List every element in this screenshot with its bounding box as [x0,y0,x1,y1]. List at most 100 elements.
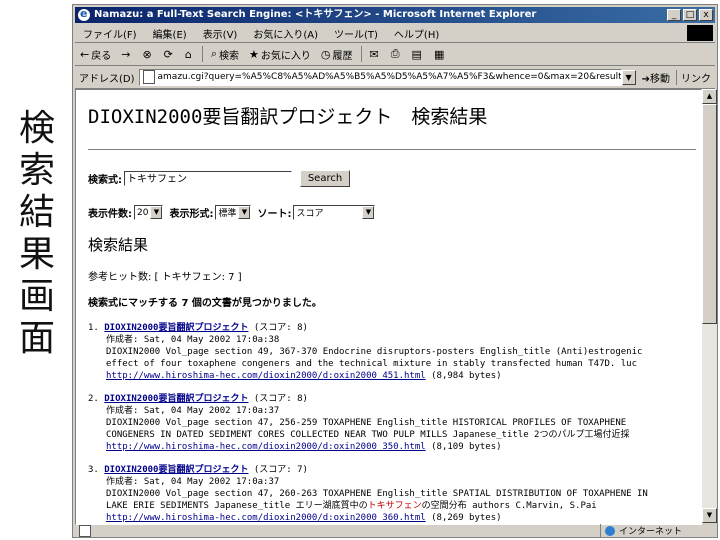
query-input[interactable]: トキサフェン [124,171,292,186]
result-head: 3. DIOXIN2000要旨翻訳プロジェクト (スコア: 7) [88,464,696,476]
result-url-link[interactable]: http://www.hiroshima-hec.com/dioxin2000/… [106,371,426,381]
toolbar-separator [360,46,362,62]
address-input[interactable]: amazu.cgi?query=%A5%C8%A5%AD%A5%B5%A5%D5… [138,68,622,86]
count-select[interactable]: 20 ▼ [134,205,164,220]
result-number: 3. [88,465,99,475]
results-list: 1. DIOXIN2000要旨翻訳プロジェクト (スコア: 8) 作成者: Sa… [88,322,696,524]
side-label-char: 面 [18,318,55,359]
ie-logo-icon [78,6,90,22]
result-summary-line: DIOXIN2000 Vol_page section 47, 260-263 … [106,489,648,499]
history-button[interactable]: ◷ 履歴 [316,47,358,62]
print-button[interactable]: ⎙ [386,47,407,61]
favorites-button[interactable]: ★ お気に入り [244,47,316,62]
chevron-down-icon: ▼ [238,206,251,219]
menu-tools[interactable]: ツール(T) [326,26,386,41]
page-title: DIOXIN2000要旨翻訳プロジェクト 検索結果 [88,106,488,128]
slide-side-label: 検 索 結 果 画 面 [10,108,64,360]
count-value: 20 [137,207,149,218]
query-label: 検索式: [88,175,122,186]
address-dropdown-button[interactable]: ▼ [621,69,636,85]
globe-icon [605,525,615,536]
scrollbar-thumb[interactable] [702,104,717,324]
sort-select[interactable]: スコア ▼ [293,205,376,220]
count-label: 表示件数: [88,209,132,220]
scroll-down-icon[interactable]: ▼ [702,508,717,523]
stop-icon: ⊗ [142,47,152,61]
side-label-char: 果 [18,234,55,275]
side-label-char: 結 [18,192,55,233]
address-label: アドレス(D) [79,73,135,85]
home-button[interactable]: ⌂ [180,48,199,61]
result-url-link[interactable]: http://www.hiroshima-hec.com/dioxin2000/… [106,513,426,523]
go-button[interactable]: ➔移動 [636,70,676,85]
search-label: 検索 [219,50,240,62]
go-arrow-icon: ➔ [641,73,650,85]
favorites-label: お気に入り [260,50,311,62]
status-bar: インターネット [75,524,715,537]
close-button[interactable]: x [699,9,713,21]
zone-label: インターネット [619,527,683,537]
back-button[interactable]: ← 戻る [75,47,116,62]
search-button[interactable]: ⌕ 検索 [206,47,244,62]
result-number: 1. [88,323,99,333]
menu-favorites[interactable]: お気に入り(A) [245,26,326,41]
windows-logo-icon [687,25,713,41]
forward-arrow-icon: → [121,47,131,61]
discuss-button[interactable]: ▦ [429,48,451,61]
menu-view[interactable]: 表示(V) [195,26,246,41]
result-url-link[interactable]: http://www.hiroshima-hec.com/dioxin2000/… [106,442,426,452]
menu-file[interactable]: ファイル(F) [75,26,145,41]
format-select[interactable]: 標準 ▼ [215,205,252,220]
match-summary: 検索式にマッチする 7 個の文書が見つかりました。 [88,298,322,309]
back-label: 戻る [91,50,112,62]
address-url: amazu.cgi?query=%A5%C8%A5%AD%A5%B5%A5%D5… [157,72,622,82]
page-icon [142,70,155,84]
result-summary-text: の空間分布 authors C.Marvin, S.Pai [421,501,597,511]
result-score: (スコア: 8) [253,394,308,404]
title-divider [88,149,696,151]
vertical-scrollbar[interactable]: ▲ ▼ [702,89,717,523]
result-item: 2. DIOXIN2000要旨翻訳プロジェクト (スコア: 8) 作成者: Sa… [88,393,696,453]
home-icon: ⌂ [184,47,192,61]
maximize-button[interactable]: □ [683,9,697,21]
history-label: 履歴 [332,50,353,62]
window-title: Namazu: a Full-Text Search Engine: <トキサフ… [94,9,537,20]
keyword-highlight: トキサフェン [367,501,422,511]
result-summary-line: CONGENERS IN DATED SEDIMENT CORES COLLEC… [106,430,630,440]
result-summary-line: DIOXIN2000 Vol_page section 49, 367-370 … [106,347,643,357]
refresh-button[interactable]: ⟳ [159,48,180,61]
result-title-link[interactable]: DIOXIN2000要旨翻訳プロジェクト [104,465,248,475]
forward-button[interactable]: → [116,48,137,61]
result-head: 1. DIOXIN2000要旨翻訳プロジェクト (スコア: 8) [88,322,696,334]
result-score: (スコア: 7) [253,465,308,475]
edit-icon: ▤ [411,47,422,61]
result-item: 3. DIOXIN2000要旨翻訳プロジェクト (スコア: 7) 作成者: Sa… [88,464,696,524]
stop-button[interactable]: ⊗ [137,48,158,61]
chevron-down-icon: ▼ [150,206,163,219]
minimize-button[interactable]: _ [667,9,681,21]
discuss-icon: ▦ [433,47,445,61]
edit-button[interactable]: ▤ [407,48,429,61]
history-icon: ◷ [320,47,331,61]
menu-help[interactable]: ヘルプ(H) [386,26,447,41]
links-button[interactable]: リンク [676,69,715,85]
title-bar[interactable]: Namazu: a Full-Text Search Engine: <トキサフ… [75,6,715,23]
search-submit-button[interactable]: Search [300,170,350,187]
result-author: 作成者: Sat, 04 May 2002 17:0a:37 [106,477,280,487]
chevron-down-icon: ▼ [362,206,375,219]
side-label-char: 画 [18,276,55,317]
result-author: 作成者: Sat, 04 May 2002 17:0a:37 [106,406,280,416]
go-label: 移動 [650,73,670,85]
sort-value: スコア [296,209,324,219]
security-zone: インターネット [600,524,715,537]
result-url-row: http://www.hiroshima-hec.com/dioxin2000/… [88,512,696,524]
scroll-up-icon[interactable]: ▲ [702,89,717,104]
result-number: 2. [88,394,99,404]
browser-window: Namazu: a Full-Text Search Engine: <トキサフ… [72,4,718,538]
results-heading: 検索結果 [88,236,149,254]
mail-button[interactable]: ✉ [365,48,386,61]
result-title-link[interactable]: DIOXIN2000要旨翻訳プロジェクト [104,394,248,404]
result-title-link[interactable]: DIOXIN2000要旨翻訳プロジェクト [104,323,248,333]
menu-edit[interactable]: 編集(E) [145,26,195,41]
favorites-icon: ★ [249,47,259,61]
